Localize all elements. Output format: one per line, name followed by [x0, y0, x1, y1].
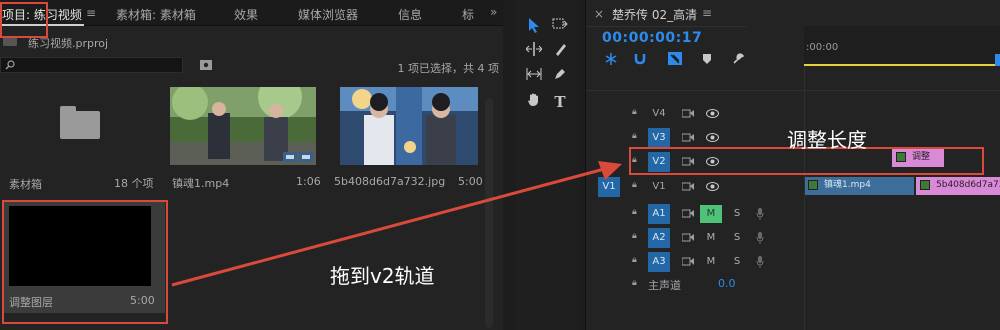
- track-row-a1: 🔒︎ A1 M S: [586, 202, 1000, 226]
- search-input[interactable]: [0, 57, 183, 73]
- selection-info: 1 项已选择，共 4 项: [397, 62, 500, 75]
- new-search-bin-icon[interactable]: [200, 60, 212, 70]
- track-label-v4[interactable]: V4: [648, 104, 670, 124]
- folder-icon[interactable]: [60, 111, 100, 139]
- close-sequence-icon[interactable]: ×: [594, 7, 604, 21]
- solo-button-a3[interactable]: S: [726, 253, 748, 271]
- track-label-a3[interactable]: A3: [648, 252, 670, 272]
- eye-icon[interactable]: [706, 133, 719, 142]
- highlight-project-tab: [0, 2, 48, 38]
- linked-selection-icon[interactable]: [668, 52, 682, 65]
- highlight-adjustment-layer: [2, 200, 168, 324]
- panel-menu-icon[interactable]: ≡: [86, 6, 96, 20]
- selection-tool-icon[interactable]: [523, 17, 545, 37]
- snap-insert-icon[interactable]: [604, 53, 618, 65]
- fx-badge-icon: [808, 180, 818, 190]
- sync-lock-icon[interactable]: [682, 182, 694, 191]
- annotation-adjust-length: 调整长度: [787, 128, 867, 152]
- tab-bin[interactable]: 素材箱: 素材箱: [116, 6, 196, 23]
- fx-badge-icon: [920, 180, 930, 190]
- tab-divider: [586, 26, 746, 27]
- add-marker-icon[interactable]: [702, 54, 712, 64]
- mute-button-a2[interactable]: M: [700, 229, 722, 247]
- panel-tab-bar: 项目: 练习视频 ≡ 素材箱: 素材箱 效果 媒体浏览器 信息 标 »: [0, 0, 503, 26]
- track-select-tool-icon[interactable]: [549, 17, 571, 37]
- track-area-divider: [586, 90, 1000, 91]
- track-row-a2: 🔒︎ A2 M S: [586, 226, 1000, 250]
- type-tool-icon[interactable]: T: [549, 92, 571, 112]
- lock-icon[interactable]: 🔒︎: [632, 255, 642, 267]
- tab-info[interactable]: 信息: [398, 6, 422, 23]
- microphone-icon[interactable]: [756, 256, 764, 268]
- solo-button-a2[interactable]: S: [726, 229, 748, 247]
- clip-label: 镇魂1.mp4: [824, 180, 871, 190]
- ripple-edit-tool-icon[interactable]: [523, 42, 545, 62]
- tab-markers[interactable]: 标: [462, 6, 474, 23]
- track-label-v1[interactable]: V1: [648, 177, 670, 197]
- panel-overflow-icon[interactable]: »: [490, 5, 497, 19]
- lock-icon[interactable]: 🔒︎: [632, 231, 642, 243]
- annotation-drag-to-v2: 拖到v2轨道: [330, 264, 435, 288]
- sync-lock-icon[interactable]: [682, 109, 694, 118]
- ruler-start-label: :00:00: [806, 42, 839, 53]
- search-icon: [5, 60, 15, 70]
- lock-icon[interactable]: 🔒︎: [632, 180, 642, 192]
- sync-lock-icon[interactable]: [682, 257, 694, 266]
- track-row-a3: 🔒︎ A3 M S: [586, 250, 1000, 274]
- header-clip-divider: [804, 66, 805, 330]
- snap-magnet-icon[interactable]: [634, 52, 646, 65]
- tab-media-browser[interactable]: 媒体浏览器: [298, 6, 358, 23]
- lock-icon[interactable]: 🔒︎: [632, 131, 642, 143]
- razor-tool-icon[interactable]: [549, 42, 571, 62]
- master-volume-value[interactable]: 0.0: [718, 277, 736, 290]
- hand-tool-icon[interactable]: [523, 92, 545, 112]
- eye-icon[interactable]: [706, 182, 719, 191]
- sequence-title[interactable]: 楚乔传 02_高清: [612, 6, 697, 23]
- track-row-master: 🔒︎ 主声道 0.0: [586, 274, 1000, 298]
- lock-icon[interactable]: 🔒︎: [632, 278, 642, 290]
- item-count-bin: 18 个项: [114, 177, 154, 190]
- sync-lock-icon[interactable]: [682, 133, 694, 142]
- track-row-v1: V1 🔒︎ V1 镇魂1.mp4 5b408d6d7a73: [586, 175, 1000, 199]
- tab-effects[interactable]: 效果: [234, 6, 258, 23]
- clip-video[interactable]: 镇魂1.mp4: [804, 177, 914, 195]
- clip-image[interactable]: 5b408d6d7a73: [916, 177, 1000, 195]
- microphone-icon[interactable]: [756, 208, 764, 220]
- master-track-label: 主声道: [648, 279, 681, 292]
- microphone-icon[interactable]: [756, 232, 764, 244]
- track-label-a2[interactable]: A2: [648, 228, 670, 248]
- mute-button-a3[interactable]: M: [700, 253, 722, 271]
- work-area-bar[interactable]: [804, 64, 1000, 66]
- playhead-marker[interactable]: [995, 54, 1000, 66]
- eye-icon[interactable]: [706, 109, 719, 118]
- mute-button-a1[interactable]: M: [700, 205, 722, 223]
- slip-tool-icon[interactable]: [523, 67, 545, 87]
- lock-icon[interactable]: 🔒︎: [632, 107, 642, 119]
- playhead-timecode[interactable]: 00:00:00:17: [602, 30, 702, 46]
- clip-label: 5b408d6d7a73: [936, 180, 1000, 190]
- sequence-menu-icon[interactable]: ≡: [702, 6, 712, 20]
- timeline-settings-wrench-icon[interactable]: [732, 53, 744, 65]
- lock-icon[interactable]: 🔒︎: [632, 207, 642, 219]
- track-label-a1[interactable]: A1: [648, 204, 670, 224]
- time-ruler[interactable]: :00:00: [804, 26, 1000, 66]
- solo-button-a1[interactable]: S: [726, 205, 748, 223]
- item-name-bin[interactable]: 素材箱: [9, 176, 42, 192]
- track-label-v3[interactable]: V3: [648, 128, 670, 148]
- pen-tool-icon[interactable]: [549, 67, 571, 87]
- sync-lock-icon[interactable]: [682, 209, 694, 218]
- sync-lock-icon[interactable]: [682, 233, 694, 242]
